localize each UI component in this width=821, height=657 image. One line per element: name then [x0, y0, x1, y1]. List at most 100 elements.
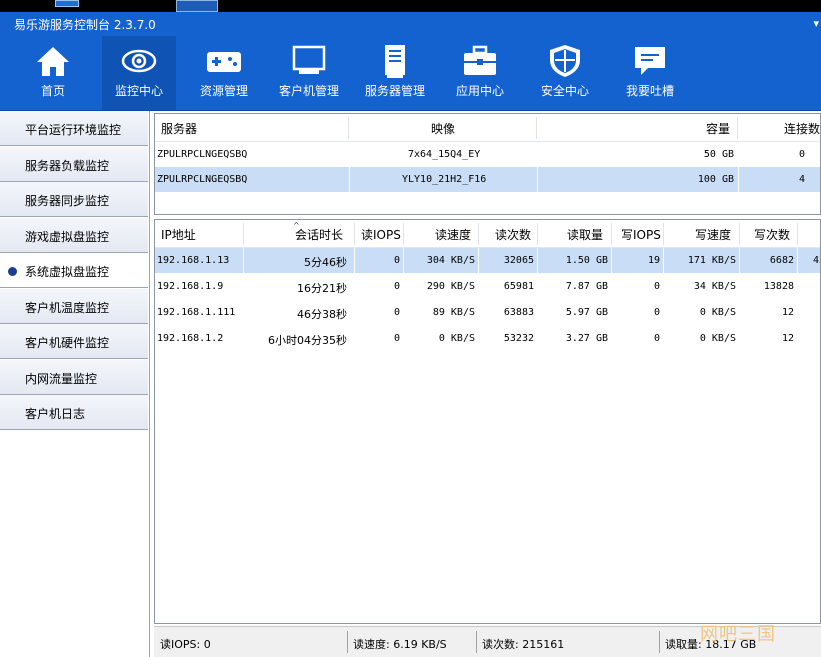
column-divider[interactable] [354, 223, 355, 245]
home-icon [37, 47, 69, 76]
cell-write-count: 12 [781, 333, 794, 344]
status-read-iops: 读IOPS: 0 [160, 638, 211, 651]
column-divider [537, 167, 538, 192]
desktop-strip [0, 0, 821, 12]
col-header-write-speed[interactable]: 写速度 [695, 226, 731, 243]
cell-read-speed: 290 KB/S [426, 281, 475, 292]
column-divider[interactable] [663, 223, 664, 245]
cell-write-count: 13828 [763, 281, 794, 292]
col-header-ip[interactable]: IP地址 [161, 226, 196, 243]
cell-server: ZPULRPCLNGEQSBQ [157, 149, 248, 160]
cell-connections: 0 [798, 149, 805, 160]
table-row[interactable]: 192.168.1.2 6小时04分35秒 0 0 KB/S 53232 3.2… [155, 326, 820, 351]
toolbar-monitor-center[interactable]: 监控中心 [102, 36, 176, 110]
column-divider[interactable] [739, 223, 740, 245]
sidebar-item-label: 平台运行环境监控 [25, 123, 122, 137]
table-row[interactable]: ZPULRPCLNGEQSBQ YLY10_21H2_F16 100 GB 4 [155, 167, 820, 192]
title-bar[interactable]: 易乐游服务控制台 2.3.7.0 ▾ [0, 12, 821, 36]
sidebar-item-server-sync[interactable]: 服务器同步监控 [0, 182, 148, 217]
table-row[interactable]: 192.168.1.13 5分46秒 0 304 KB/S 32065 1.50… [155, 248, 820, 273]
sidebar-item-client-log[interactable]: 客户机日志 [0, 395, 148, 430]
col-header-capacity[interactable]: 容量 [706, 120, 730, 137]
col-header-read-amount[interactable]: 读取量 [567, 226, 603, 243]
column-divider [663, 248, 664, 273]
cell-read-amount: 5.97 GB [565, 307, 608, 318]
table-header: 服务器 映像 容量 连接数 [155, 114, 820, 142]
sidebar-item-server-load[interactable]: 服务器负载监控 [0, 147, 148, 182]
toolbar-resources[interactable]: 资源管理 [187, 36, 261, 110]
table-row[interactable]: ZPULRPCLNGEQSBQ 7x64_15Q4_EY 50 GB 0 [155, 142, 820, 167]
cell-write-iops: 0 [653, 333, 660, 344]
client-table: IP地址 ^ 会话时长 读IOPS 读速度 读次数 读取量 写IOPS 写速度 … [154, 219, 821, 624]
sidebar-item-system-vdisk[interactable]: 系统虚拟盘监控 [0, 253, 148, 288]
toolbar-app-center[interactable]: 应用中心 [443, 36, 517, 110]
sidebar-item-label: 服务器负载监控 [25, 159, 110, 173]
column-divider[interactable] [403, 223, 404, 245]
column-divider[interactable] [611, 223, 612, 245]
cell-write-count: 6682 [769, 255, 794, 266]
column-divider[interactable] [737, 117, 738, 139]
cell-read-count: 53232 [503, 333, 534, 344]
sidebar-item-label: 内网流量监控 [25, 372, 98, 386]
toolbar-home[interactable]: 首页 [16, 36, 90, 110]
cell-write-iops: 0 [653, 307, 660, 318]
toolbar-server-management[interactable]: 服务器管理 [358, 36, 432, 110]
main-toolbar: 首页 监控中心 资源管理 客户机管理 服务器管理 应用中心 安全中心 我要吐槽 [0, 36, 821, 111]
status-divider [659, 631, 660, 653]
col-header-image[interactable]: 映像 [431, 120, 455, 137]
gamepad-icon [207, 52, 241, 72]
column-divider[interactable] [348, 117, 349, 139]
collapse-icon[interactable]: ▾ [813, 17, 819, 30]
cell-write-count: 12 [781, 307, 794, 318]
table-header: IP地址 ^ 会话时长 读IOPS 读速度 读次数 读取量 写IOPS 写速度 … [155, 220, 820, 248]
sidebar-item-label: 系统虚拟盘监控 [25, 265, 110, 279]
column-divider [354, 248, 355, 273]
cell-write-iops: 0 [653, 281, 660, 292]
cell-read-amount: 1.50 GB [565, 255, 608, 266]
col-header-duration[interactable]: 会话时长 [295, 226, 343, 243]
watermark: 网吧三国 [700, 624, 776, 645]
col-header-connections[interactable]: 连接数 [784, 120, 820, 137]
sidebar-item-client-hardware[interactable]: 客户机硬件监控 [0, 324, 148, 359]
col-header-server[interactable]: 服务器 [161, 120, 197, 137]
cell-duration: 6小时04分35秒 [268, 334, 347, 347]
col-header-read-count[interactable]: 读次数 [495, 226, 531, 243]
sidebar-item-lan-traffic[interactable]: 内网流量监控 [0, 360, 148, 395]
column-divider[interactable] [537, 223, 538, 245]
col-header-read-speed[interactable]: 读速度 [435, 226, 471, 243]
cell-image: 7x64_15Q4_EY [408, 149, 481, 160]
cell-write-speed: 171 KB/S [687, 255, 736, 266]
col-header-write-count[interactable]: 写次数 [754, 226, 790, 243]
table-row[interactable]: 192.168.1.111 46分38秒 0 89 KB/S 63883 5.9… [155, 300, 820, 325]
window-title: 易乐游服务控制台 2.3.7.0 [14, 18, 156, 32]
sidebar-item-label: 客户机硬件监控 [25, 336, 110, 350]
table-row[interactable]: 192.168.1.9 16分21秒 0 290 KB/S 65981 7.87… [155, 274, 820, 299]
col-header-read-iops[interactable]: 读IOPS [361, 226, 401, 243]
column-divider[interactable] [536, 117, 537, 139]
toolbar-security-center[interactable]: 安全中心 [528, 36, 602, 110]
cell-ip: 192.168.1.13 [157, 255, 230, 266]
cell-connections: 4 [798, 174, 805, 185]
cell-server: ZPULRPCLNGEQSBQ [157, 174, 248, 185]
column-divider [243, 248, 244, 273]
sidebar-item-label: 客户机日志 [25, 407, 86, 421]
toolbar-label: 资源管理 [199, 84, 248, 98]
column-divider[interactable] [243, 223, 244, 245]
column-divider [478, 248, 479, 273]
column-divider [349, 167, 350, 192]
cell-read-speed: 0 KB/S [438, 333, 475, 344]
column-divider[interactable] [478, 223, 479, 245]
col-header-write-iops[interactable]: 写IOPS [621, 226, 661, 243]
cell-write-iops: 19 [647, 255, 660, 266]
toolbar-label: 安全中心 [540, 84, 589, 98]
cell-ip: 192.168.1.2 [157, 333, 224, 344]
toolbar-label: 客户机管理 [278, 84, 339, 98]
cell-write-speed: 0 KB/S [699, 307, 736, 318]
column-divider[interactable] [797, 223, 798, 245]
sidebar-item-client-temp[interactable]: 客户机温度监控 [0, 289, 148, 324]
sidebar-item-platform-env[interactable]: 平台运行环境监控 [0, 111, 148, 146]
toolbar-client-management[interactable]: 客户机管理 [272, 36, 346, 110]
toolbar-feedback[interactable]: 我要吐槽 [613, 36, 687, 110]
column-divider [403, 248, 404, 273]
sidebar-item-game-vdisk[interactable]: 游戏虚拟盘监控 [0, 218, 148, 253]
